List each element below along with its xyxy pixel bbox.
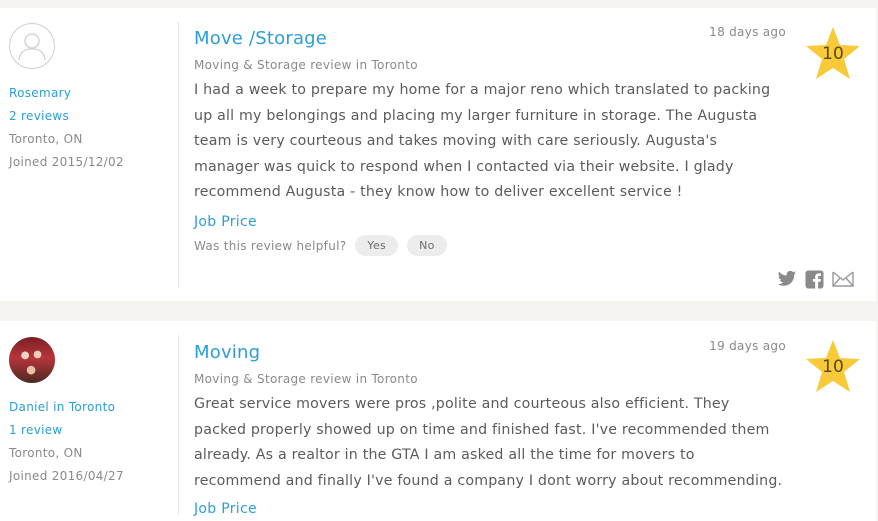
helpful-no-button[interactable]: No	[407, 235, 447, 256]
reviewer-reviews-count-link[interactable]: 2 reviews	[9, 105, 124, 128]
review-body: Great service movers were pros ,polite a…	[194, 396, 783, 489]
facebook-icon[interactable]	[805, 270, 824, 293]
reviewer-location: Toronto, ON	[9, 446, 83, 460]
reviewer-joined-date: Joined 2015/12/02	[9, 155, 124, 169]
reviewer-joined-date: Joined 2016/04/27	[9, 469, 124, 483]
reviewer-location: Toronto, ON	[9, 132, 83, 146]
helpful-question: Was this review helpful?	[194, 238, 347, 253]
reviewer-reviews-count-link[interactable]: 1 review	[9, 419, 124, 442]
avatar[interactable]	[9, 337, 55, 383]
share-icons	[777, 270, 854, 293]
review-title[interactable]: Move /Storage	[194, 28, 327, 49]
user-placeholder-icon	[18, 33, 46, 61]
review-category: Moving & Storage review in Toronto	[194, 372, 418, 386]
reviewer-name-link[interactable]: Daniel in Toronto	[9, 396, 124, 419]
review-category: Moving & Storage review in Toronto	[194, 58, 418, 72]
review-date: 19 days ago	[709, 339, 786, 353]
review-score: 10	[822, 357, 844, 377]
review-card: Daniel in Toronto 1 review Toronto, ON J…	[0, 321, 876, 521]
score-badge: 10	[805, 26, 861, 80]
review-score: 10	[822, 44, 844, 64]
review-date: 18 days ago	[709, 25, 786, 39]
job-price-link[interactable]: Job Price	[194, 501, 257, 517]
email-icon[interactable]	[832, 270, 854, 293]
avatar[interactable]	[9, 23, 55, 69]
review-title[interactable]: Moving	[194, 342, 260, 363]
column-divider	[178, 335, 179, 515]
column-divider	[178, 22, 179, 288]
reviewer-info: Daniel in Toronto 1 review Toronto, ON J…	[9, 396, 124, 488]
helpful-yes-button[interactable]: Yes	[355, 235, 399, 256]
helpful-row: Was this review helpful? Yes No	[194, 235, 447, 256]
review-body: I had a week to prepare my home for a ma…	[194, 82, 771, 200]
job-price-link[interactable]: Job Price	[194, 214, 257, 230]
reviewer-name-link[interactable]: Rosemary	[9, 82, 124, 105]
score-badge: 10	[805, 339, 861, 393]
reviewer-info: Rosemary 2 reviews Toronto, ON Joined 20…	[9, 82, 124, 174]
twitter-icon[interactable]	[777, 270, 797, 293]
review-card: Rosemary 2 reviews Toronto, ON Joined 20…	[0, 8, 876, 301]
